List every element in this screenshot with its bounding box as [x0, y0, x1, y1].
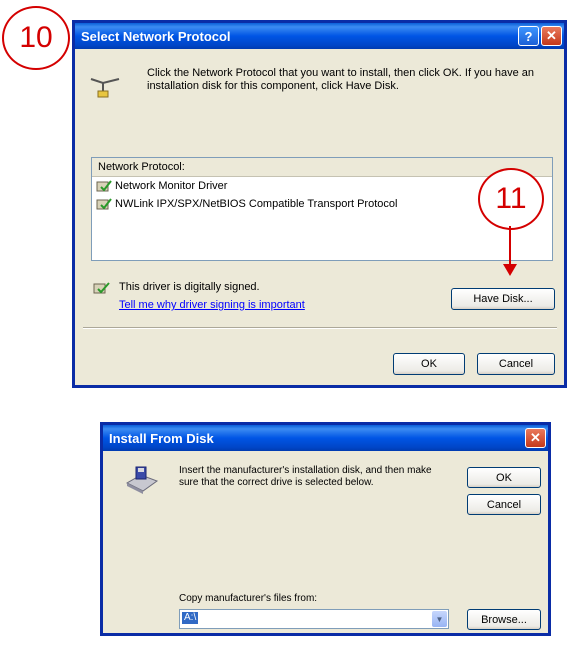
ok-button[interactable]: OK [393, 353, 465, 375]
help-icon: ? [524, 28, 533, 44]
dialog-title: Install From Disk [109, 430, 214, 446]
source-path-combobox[interactable]: A:\ ▼ [179, 609, 449, 629]
step-10-callout: 10 [2, 6, 70, 70]
help-button[interactable]: ? [518, 26, 539, 46]
floppy-drive-icon [125, 466, 159, 494]
have-disk-label: Have Disk... [473, 293, 533, 305]
dialog-title: Select Network Protocol [81, 28, 231, 44]
install-from-disk-dialog: Install From Disk ✕ Insert the manufactu… [100, 422, 551, 636]
instructions-text: Insert the manufacturer's installation d… [179, 465, 432, 488]
ok-label: OK [496, 471, 512, 484]
ok-button[interactable]: OK [467, 467, 541, 488]
close-button[interactable]: ✕ [525, 428, 546, 448]
driver-signing-link[interactable]: Tell me why driver signing is important [119, 299, 305, 311]
dialog-divider [83, 327, 557, 329]
step-11-callout: 11 [478, 168, 544, 230]
close-button[interactable]: ✕ [541, 26, 562, 46]
cancel-label: Cancel [498, 358, 534, 370]
protocol-icon [96, 179, 112, 193]
browse-button[interactable]: Browse... [467, 609, 541, 630]
network-cable-icon [90, 78, 120, 98]
callout-arrow-head [503, 264, 517, 276]
step-10-number: 10 [19, 21, 53, 54]
cancel-button[interactable]: Cancel [477, 353, 555, 375]
signed-status-text: This driver is digitally signed. [119, 281, 260, 293]
ok-label: OK [421, 358, 437, 370]
list-item-label: NWLink IPX/SPX/NetBIOS Compatible Transp… [115, 198, 398, 210]
instructions-text: Click the Network Protocol that you want… [147, 67, 535, 92]
titlebar-buttons: ? ✕ [518, 26, 562, 46]
browse-label: Browse... [481, 613, 527, 626]
callout-arrow-line [509, 226, 511, 266]
close-icon: ✕ [530, 430, 541, 445]
close-icon: ✕ [546, 28, 557, 43]
dialog-titlebar[interactable]: Install From Disk ✕ [103, 425, 548, 451]
have-disk-button[interactable]: Have Disk... [451, 288, 555, 310]
list-item-label: Network Monitor Driver [115, 180, 228, 192]
titlebar-buttons: ✕ [525, 428, 546, 448]
list-column-header[interactable]: Network Protocol: [92, 158, 552, 177]
chevron-down-icon[interactable]: ▼ [432, 611, 447, 627]
cancel-button[interactable]: Cancel [467, 494, 541, 515]
dialog-titlebar[interactable]: Select Network Protocol ? ✕ [75, 23, 564, 49]
cancel-label: Cancel [486, 498, 522, 511]
source-path-value: A:\ [182, 612, 199, 624]
list-header-label: Network Protocol: [98, 161, 185, 173]
copy-from-label: Copy manufacturer's files from: [179, 593, 318, 604]
step-11-number: 11 [495, 182, 527, 215]
signed-driver-icon [93, 282, 110, 294]
protocol-icon [96, 197, 112, 211]
